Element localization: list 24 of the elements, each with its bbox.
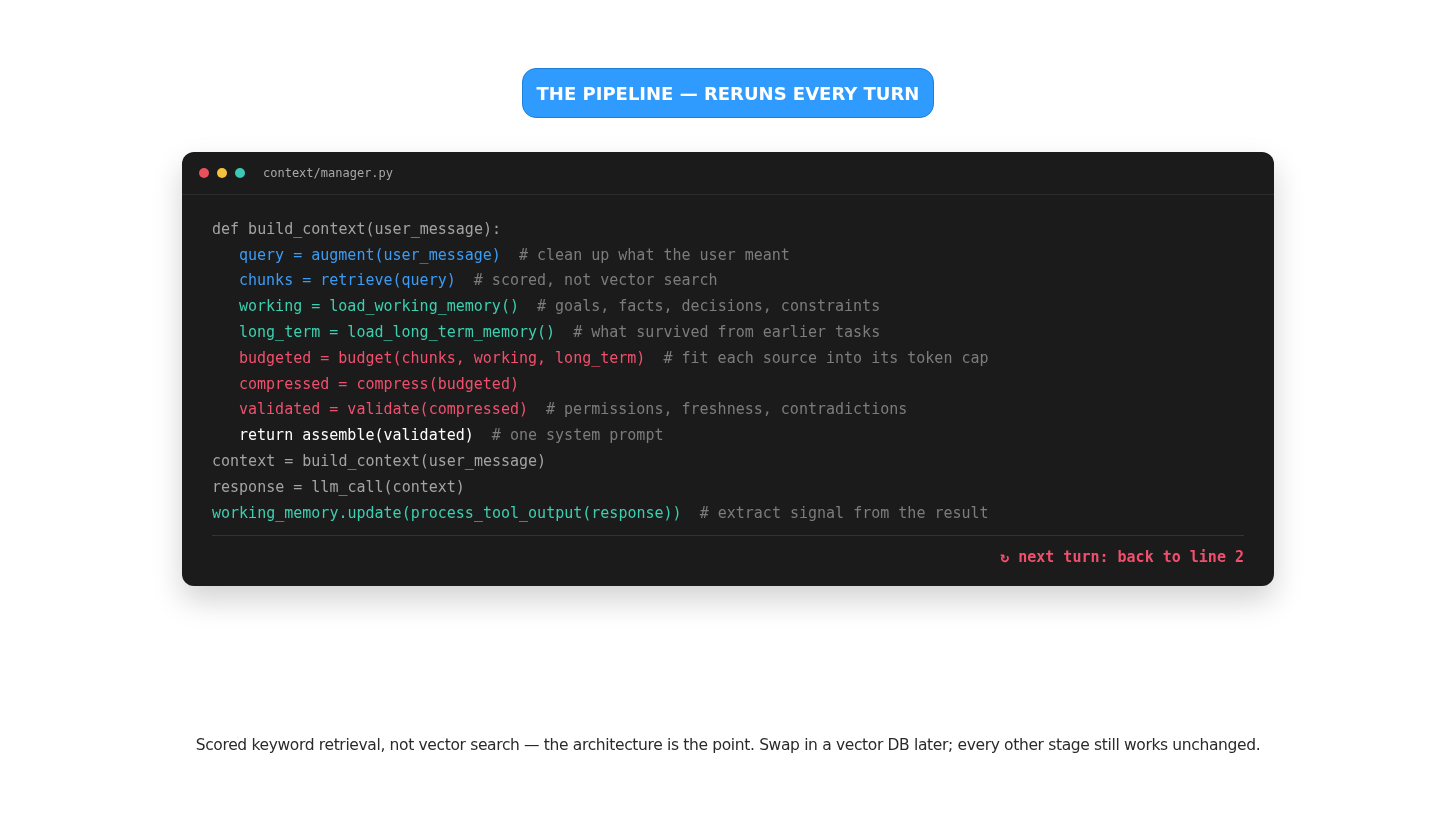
code-text: compressed = compress(budgeted)	[239, 374, 519, 393]
caption: Scored keyword retrieval, not vector search — the architecture is the point. Swap in a vector DB later; every other stage still works unchanged.	[195, 735, 1261, 754]
code-comment: # fit each source into its token cap	[663, 348, 989, 367]
code-text: budgeted = budget(chunks, working, long_term)	[239, 348, 646, 367]
code-comment: # what survived from earlier tasks	[573, 323, 881, 342]
code-comment: # extract signal from the result	[699, 503, 989, 522]
code-comment: # clean up what the user meant	[518, 245, 790, 264]
section-title: THE PIPELINE — RERUNS EVERY TURN	[522, 68, 934, 118]
code-comment: # goals, facts, decisions, constraints	[537, 297, 881, 316]
code-text: context = build_context(user_message)	[212, 452, 547, 471]
code-text: validated = validate(compressed)	[239, 400, 528, 419]
code-text: query = augment(user_message)	[239, 245, 501, 264]
code-text: working = load_working_memory()	[239, 297, 519, 316]
file-name: context/manager.py	[263, 166, 394, 180]
code-comment: # one system prompt	[491, 426, 664, 445]
code-text: response = llm_call(context)	[212, 477, 465, 496]
next-turn-note: ↻ next turn: back to line 2	[1000, 547, 1244, 566]
code-text: long_term = load_long_term_memory()	[239, 323, 556, 342]
code-comment: # scored, not vector search	[473, 271, 718, 290]
code-comment: # permissions, freshness, contradictions	[546, 400, 908, 419]
code-text: chunks = retrieve(query)	[239, 271, 456, 290]
code-text: working_memory.update(process_tool_output(response))	[212, 503, 682, 522]
code-text: return assemble(validated)	[239, 426, 474, 445]
code-text: def build_context(user_message):	[212, 219, 501, 238]
